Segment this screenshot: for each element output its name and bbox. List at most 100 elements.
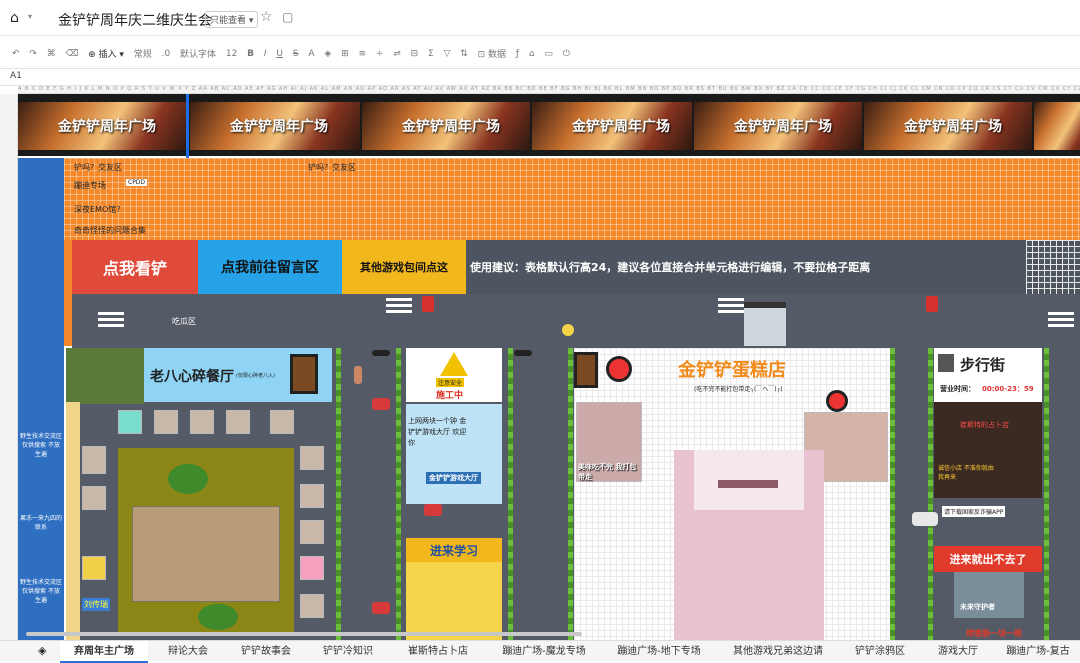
number-format-select[interactable]: 常规 bbox=[134, 47, 152, 60]
banner-text: 金铲铲周年广场 bbox=[230, 119, 328, 135]
home-icon[interactable]: ⌂ bbox=[10, 10, 19, 26]
message-button[interactable]: 点我前往留言区 bbox=[198, 240, 342, 294]
border-icon[interactable]: ⊞ bbox=[341, 49, 349, 59]
tab-stories[interactable]: 铲铲故事会 bbox=[226, 641, 306, 663]
mailbox-icon bbox=[926, 296, 938, 312]
tab-fortune[interactable]: 崔斯特占卜店 bbox=[390, 641, 486, 663]
italic-button[interactable]: I bbox=[264, 49, 267, 59]
align-icon[interactable]: ≡ bbox=[358, 49, 366, 59]
menu-lines-icon bbox=[386, 298, 412, 316]
strikethrough-button[interactable]: S bbox=[293, 49, 299, 59]
cell-reference[interactable]: A1 bbox=[10, 71, 22, 81]
underline-button[interactable]: U bbox=[276, 49, 283, 59]
tab-disco-dragon[interactable]: 蹦迪广场-魔龙专场 bbox=[486, 641, 602, 663]
tab-disco-underground[interactable]: 蹦迪广场-地下专场 bbox=[602, 641, 716, 663]
fortune-shop[interactable]: 崔斯特的占卜店 诚信小店 不准你就由我再来 bbox=[934, 402, 1042, 498]
avatar bbox=[190, 410, 214, 434]
game-hall[interactable]: 上网两块一个钟 金铲铲游戏大厅 欢迎你 金铲铲游戏大厅 bbox=[406, 404, 502, 504]
selection-handle[interactable] bbox=[186, 94, 189, 158]
food-platter bbox=[132, 506, 280, 602]
tab-other-games[interactable]: 其他游戏兄弟这边请 bbox=[716, 641, 840, 663]
sum-button[interactable]: Σ bbox=[428, 49, 434, 59]
tab-main-plaza[interactable]: 弃周年主广场 bbox=[60, 641, 148, 663]
cpdd-badge: CPDD bbox=[126, 179, 148, 186]
horizontal-scrollbar[interactable] bbox=[26, 632, 582, 636]
usage-text: 使用建议：表格默认行高24，建议各位直接合并单元格进行编辑，不要拉格子距离 bbox=[470, 261, 871, 274]
sausage-label: 烤香肠一块一根 bbox=[966, 629, 1022, 638]
wrap-icon[interactable]: ⇌ bbox=[393, 49, 401, 59]
cake-pixel-art bbox=[718, 480, 778, 488]
merge-icon[interactable]: ⊟ bbox=[411, 49, 419, 59]
tab-disco-retro[interactable]: 蹦迪广场-复古 bbox=[996, 641, 1080, 663]
guard-label: 未来守护者 bbox=[960, 603, 995, 611]
grid-corner bbox=[1026, 240, 1080, 294]
plugin-icon[interactable]: ⏻ bbox=[563, 49, 570, 59]
lane-marker bbox=[568, 348, 573, 640]
text-color-button[interactable]: A bbox=[308, 49, 314, 59]
door-icon bbox=[574, 352, 598, 388]
font-size-select[interactable]: 12 bbox=[226, 49, 237, 59]
toolbar: ↶ ↷ ⌘ ⌫ ⊕ 插入 ▾ 常规 .0 默认字体 12 B I U S A ◈… bbox=[0, 40, 1080, 66]
car-icon bbox=[372, 398, 390, 410]
avatar bbox=[82, 486, 106, 510]
lane-marker bbox=[396, 348, 401, 640]
font-select[interactable]: 默认字体 bbox=[180, 47, 216, 60]
permission-badge[interactable]: 只能查看 ▾ bbox=[205, 11, 259, 28]
games-button[interactable]: 其他游戏包间点这 bbox=[342, 240, 466, 294]
fortune-subtitle: 诚信小店 不准你就由我再来 bbox=[938, 465, 994, 481]
undo-icon[interactable]: ↶ bbox=[12, 49, 20, 59]
side-label: 野生技术交流区 仅供搜索 不放生遍 bbox=[20, 433, 63, 458]
format-painter-icon[interactable]: ⌘ bbox=[47, 49, 56, 59]
tab-trivia[interactable]: 铲铲冷知识 bbox=[306, 641, 390, 663]
list-item[interactable]: 深夜EMO馆? bbox=[74, 204, 121, 215]
tab-game-hall[interactable]: 游戏大厅 bbox=[920, 641, 996, 663]
shop-icon bbox=[938, 354, 954, 372]
learn-banner[interactable]: 进来学习 bbox=[406, 538, 502, 562]
star-icon[interactable]: ☆ bbox=[260, 9, 273, 25]
car-icon bbox=[372, 602, 390, 614]
tab-debate[interactable]: 辩论大会 bbox=[150, 641, 226, 663]
insert-button[interactable]: ⊕ 插入 ▾ bbox=[88, 47, 124, 60]
side-label: 果冻一来九四的联系 bbox=[20, 515, 63, 531]
chevron-down-icon[interactable]: ▾ bbox=[28, 12, 32, 21]
menu-lines-icon bbox=[718, 298, 744, 316]
guard-photo: 未来守护者 bbox=[954, 572, 1024, 618]
layers-icon[interactable]: ◈ bbox=[38, 644, 46, 657]
jiaoyou-title-2: 铲吗？交友区 bbox=[308, 163, 356, 172]
avatar bbox=[118, 410, 142, 434]
mailbox-icon bbox=[422, 296, 434, 312]
restaurant-subtitle: (仅限心碎老八入) bbox=[236, 373, 275, 379]
decimal-button[interactable]: .0 bbox=[162, 49, 171, 59]
fill-color-icon[interactable]: ◈ bbox=[324, 49, 331, 59]
watch-button-label: 点我看铲 bbox=[102, 259, 167, 278]
document-title[interactable]: 金铲铲周年庆二维庆生会 bbox=[58, 10, 212, 30]
valign-icon[interactable]: ÷ bbox=[376, 49, 384, 59]
sheet-canvas[interactable]: 金铲铲周年广场 金铲铲周年广场 金铲铲周年广场 金铲铲周年广场 金铲铲周年广场 … bbox=[18, 94, 1080, 640]
doc-info-icon[interactable]: ▢ bbox=[282, 10, 293, 24]
title-bar: ⌂ ▾ 金铲铲周年庆二维庆生会 只能查看 ▾ ☆ ▢ bbox=[0, 0, 1080, 36]
view-icon[interactable]: ▭ bbox=[544, 49, 553, 59]
list-item[interactable]: 蹦迪专场 bbox=[74, 180, 106, 191]
filter-button[interactable]: ▽ bbox=[443, 49, 450, 59]
menu-lines-icon bbox=[1048, 312, 1074, 330]
function-icon[interactable]: ƒ bbox=[516, 49, 519, 59]
list-item[interactable]: 奇奇怪怪的问题合集 bbox=[74, 225, 146, 236]
clear-format-icon[interactable]: ⌫ bbox=[66, 49, 79, 59]
traffic-light-icon bbox=[372, 350, 390, 356]
data-button[interactable]: ⊡ 数据 bbox=[478, 47, 506, 60]
banner-image: 金铲铲周年广场 bbox=[18, 102, 188, 150]
watch-button[interactable]: 点我看铲 bbox=[72, 240, 198, 294]
car-icon bbox=[424, 504, 442, 516]
redo-icon[interactable]: ↷ bbox=[29, 49, 37, 59]
no-exit-banner[interactable]: 进来就出不去了 bbox=[934, 546, 1042, 572]
broccoli-icon bbox=[198, 604, 238, 630]
tab-graffiti[interactable]: 铲铲涂鸦区 bbox=[840, 641, 920, 663]
hours-value: 00:00-23：59 bbox=[982, 385, 1034, 393]
car-icon bbox=[912, 512, 938, 526]
lane-marker bbox=[336, 348, 341, 640]
bold-button[interactable]: B bbox=[247, 49, 254, 59]
freeze-icon[interactable]: ⌂ bbox=[529, 49, 535, 59]
street-header: 步行街 营业时间： 00:00-23：59 bbox=[934, 348, 1042, 402]
sort-icon[interactable]: ⇅ bbox=[460, 49, 468, 59]
warning-label: 注意安全 bbox=[436, 378, 465, 387]
